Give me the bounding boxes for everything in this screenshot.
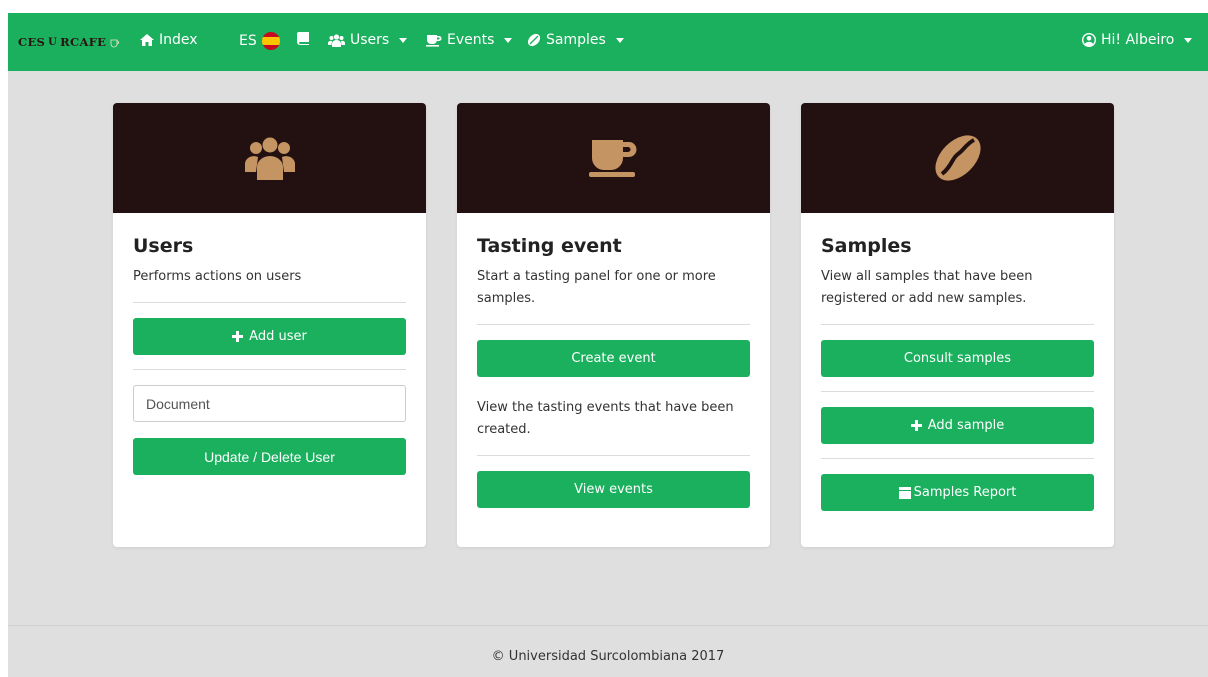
add-sample-label: Add sample <box>927 418 1005 433</box>
footer-copyright: © Universidad Surcolombiana 2017 <box>491 649 725 664</box>
divider <box>821 391 1094 392</box>
spain-flag-icon <box>261 32 280 50</box>
brand-cup-icon <box>110 39 120 48</box>
create-event-button[interactable]: Create event <box>477 340 750 377</box>
users-card-description: Performs actions on users <box>133 269 302 284</box>
nav-manual[interactable] <box>297 32 309 45</box>
users-card-header <box>113 103 426 213</box>
divider <box>821 324 1094 325</box>
nav-language[interactable]: ES <box>239 32 280 50</box>
divider <box>477 455 750 456</box>
plus-icon <box>910 420 922 431</box>
brand-logo[interactable]: CES U RCAFE <box>18 35 121 49</box>
users-card: Users Performs actions on users Add user… <box>113 103 426 547</box>
tasting-event-card: Tasting event Start a tasting panel for … <box>457 103 770 547</box>
nav-samples[interactable]: Samples <box>527 32 624 48</box>
brand-text-u: U <box>48 36 58 48</box>
tasting-card-title: Tasting event <box>477 235 622 257</box>
home-icon <box>140 34 154 46</box>
nav-users-label: Users <box>350 32 390 48</box>
divider <box>133 302 406 303</box>
top-navbar: CES U RCAFE Index ES Users Events Samples <box>8 13 1208 71</box>
users-card-title: Users <box>133 235 194 257</box>
divider <box>133 369 406 370</box>
samples-card-title: Samples <box>821 235 912 257</box>
users-icon <box>244 137 295 180</box>
update-delete-user-button[interactable]: Update / Delete User <box>133 438 406 475</box>
page-frame: CES U RCAFE Index ES Users Events Samples <box>8 13 1208 677</box>
add-user-button[interactable]: Add user <box>133 318 406 355</box>
divider <box>477 324 750 325</box>
update-delete-user-label: Update / Delete User <box>204 448 335 465</box>
plus-icon <box>232 331 244 342</box>
samples-card-header <box>801 103 1114 213</box>
report-icon <box>898 486 911 499</box>
document-placeholder: Document <box>146 395 210 412</box>
user-greeting: Hi! Albeiro <box>1101 32 1175 48</box>
nav-samples-label: Samples <box>546 32 606 48</box>
chevron-down-icon <box>399 37 408 43</box>
user-circle-icon <box>1082 33 1096 47</box>
chevron-down-icon <box>504 37 513 43</box>
nav-index[interactable]: Index <box>140 32 198 48</box>
samples-card: Samples View all samples that have been … <box>801 103 1114 547</box>
view-events-button[interactable]: View events <box>477 471 750 508</box>
coffee-cup-icon <box>588 140 636 177</box>
consult-samples-button[interactable]: Consult samples <box>821 340 1094 377</box>
samples-report-label: Samples Report <box>913 485 1017 500</box>
add-user-label: Add user <box>249 329 307 344</box>
coffee-cup-icon <box>426 34 442 47</box>
samples-card-description: View all samples that have been register… <box>821 269 1033 306</box>
coffee-bean-icon <box>934 135 981 181</box>
users-icon <box>328 33 345 47</box>
footer-divider <box>8 625 1208 626</box>
view-events-description: View the tasting events that have been c… <box>477 400 734 437</box>
create-event-label: Create event <box>571 351 656 366</box>
nav-user-menu[interactable]: Hi! Albeiro <box>1082 32 1193 48</box>
nav-events[interactable]: Events <box>426 32 513 48</box>
chevron-down-icon <box>615 37 624 43</box>
add-sample-button[interactable]: Add sample <box>821 407 1094 444</box>
brand-text-end: RCAFE <box>60 35 107 49</box>
divider <box>821 458 1094 459</box>
nav-language-label: ES <box>239 33 257 49</box>
tasting-card-description: Start a tasting panel for one or more sa… <box>477 269 716 306</box>
nav-events-label: Events <box>447 32 495 48</box>
brand-text-start: CES <box>18 35 46 49</box>
book-icon <box>297 32 309 45</box>
document-input[interactable]: Document <box>133 385 406 422</box>
nav-users[interactable]: Users <box>328 32 408 48</box>
view-events-label: View events <box>574 482 653 497</box>
coffee-bean-icon <box>527 33 541 47</box>
consult-samples-label: Consult samples <box>903 351 1012 366</box>
chevron-down-icon <box>1184 37 1193 43</box>
samples-report-button[interactable]: Samples Report <box>821 474 1094 511</box>
nav-index-label: Index <box>159 32 198 48</box>
tasting-card-header <box>457 103 770 213</box>
